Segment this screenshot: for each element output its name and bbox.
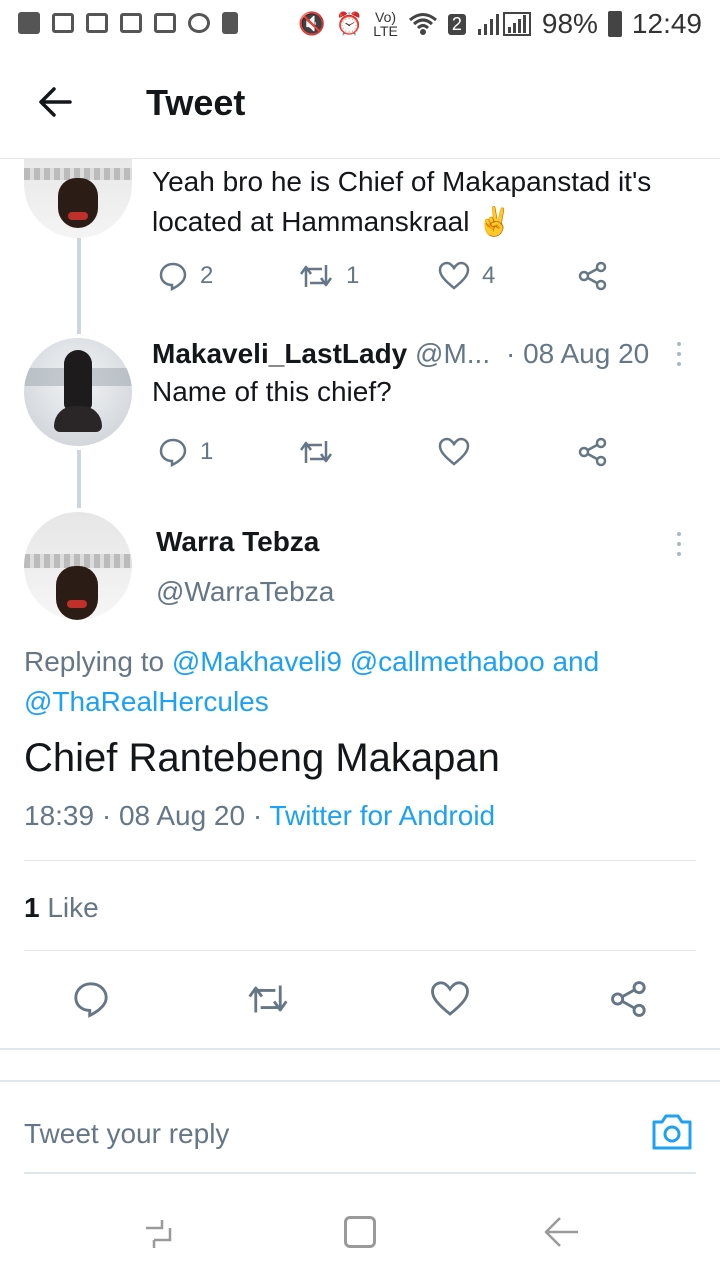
- tweet-text: Yeah bro he is Chief of Makapanstad it's…: [152, 166, 652, 237]
- back-arrow-icon[interactable]: [36, 82, 76, 122]
- like-button[interactable]: [438, 437, 470, 467]
- handle[interactable]: @WarraTebza: [156, 576, 334, 608]
- more-options-icon[interactable]: [672, 340, 686, 368]
- alarm-icon: ⏰: [335, 11, 364, 36]
- signal-icon: [477, 12, 531, 36]
- victory-hand-emoji: ✌: [477, 206, 513, 237]
- main-tweet-actions: [0, 976, 720, 1026]
- back-nav-icon[interactable]: [542, 1214, 582, 1250]
- retweet-icon: [299, 441, 333, 463]
- recent-apps-icon[interactable]: [140, 1216, 176, 1252]
- heart-icon[interactable]: [430, 980, 470, 1018]
- more-options-icon[interactable]: [672, 530, 686, 558]
- reply-icon: [159, 438, 187, 467]
- thread-tweet[interactable]: Yeah bro he is Chief of Makapanstad it's…: [0, 158, 720, 330]
- system-icons: 🔇 ⏰ Vo) LTE 2 98% 12:49: [298, 8, 702, 40]
- status-bar: 🔇 ⏰ Vo) LTE 2 98% 12:49: [0, 0, 720, 50]
- display-name[interactable]: Makaveli_LastLady: [152, 338, 407, 369]
- display-name[interactable]: Warra Tebza: [156, 526, 319, 558]
- camera-icon[interactable]: [650, 1112, 694, 1152]
- divider: [0, 1048, 720, 1050]
- share-button[interactable]: [578, 261, 608, 291]
- reply-bar: Tweet your reply: [0, 1082, 720, 1180]
- tweet-timestamp: 18:39 · 08 Aug 20 ·: [24, 800, 263, 831]
- divider: [24, 860, 696, 861]
- thread-tweet[interactable]: Makaveli_LastLady @M... · 08 Aug 20 Name…: [0, 336, 720, 476]
- reply-input[interactable]: Tweet your reply: [24, 1118, 229, 1150]
- message-icon: [18, 12, 40, 34]
- gallery-icon: [154, 13, 176, 33]
- gmail-icon: [120, 13, 142, 33]
- share-icon: [578, 261, 607, 291]
- gmail-icon: [86, 13, 108, 33]
- avatar[interactable]: [24, 338, 132, 446]
- clock: 12:49: [631, 8, 702, 39]
- reply-icon[interactable]: [72, 980, 110, 1018]
- notification-icons: [18, 12, 238, 34]
- tweet-date: · 08 Aug 20: [506, 338, 650, 369]
- page-title: Tweet: [146, 82, 246, 123]
- avatar[interactable]: [24, 512, 132, 620]
- reply-button[interactable]: 2: [158, 261, 213, 291]
- sim-badge: 2: [447, 13, 466, 35]
- app-header: Tweet: [0, 52, 720, 159]
- retweet-button[interactable]: [298, 437, 334, 467]
- volte-icon: Vo) LTE: [373, 9, 398, 39]
- reply-icon: [159, 262, 187, 291]
- tweet-meta: 18:39 · 08 Aug 20 · Twitter for Android: [24, 800, 495, 832]
- handle[interactable]: @M...: [415, 338, 490, 369]
- battery-percent: 98%: [541, 8, 598, 39]
- heart-icon: [438, 437, 470, 466]
- tweet-header: Makaveli_LastLady @M...: [152, 336, 490, 372]
- divider: [24, 1172, 696, 1174]
- tweet-text: Name of this chief?: [152, 376, 392, 407]
- main-tweet-text: Chief Rantebeng Makapan: [24, 736, 500, 780]
- tweet-source[interactable]: Twitter for Android: [269, 800, 495, 831]
- replying-to: Replying to @Makhaveli9 @callmethaboo an…: [24, 646, 600, 717]
- wifi-icon: [408, 13, 437, 35]
- avatar[interactable]: [24, 158, 132, 238]
- like-button[interactable]: 4: [438, 261, 495, 291]
- share-icon[interactable]: [610, 980, 648, 1018]
- sync-icon: [188, 13, 210, 33]
- system-nav-bar: [0, 1180, 720, 1280]
- tweet-actions: 1: [0, 432, 720, 472]
- home-icon[interactable]: [344, 1216, 376, 1248]
- heart-icon: [438, 261, 470, 290]
- retweet-button[interactable]: 1: [298, 261, 359, 291]
- share-button[interactable]: [578, 437, 608, 467]
- gmail-icon: [52, 13, 74, 33]
- reply-button[interactable]: 1: [158, 437, 213, 467]
- divider: [24, 950, 696, 951]
- mute-icon: 🔇: [298, 11, 326, 36]
- likes-stat[interactable]: 1 Like: [24, 892, 99, 924]
- retweet-icon[interactable]: [246, 980, 290, 1018]
- sd-card-icon: [222, 12, 238, 34]
- retweet-icon: [299, 265, 333, 287]
- tweet-actions: 2 1 4: [0, 256, 720, 296]
- battery-icon: [607, 11, 622, 37]
- share-icon: [578, 437, 607, 467]
- main-tweet: Warra Tebza @WarraTebza Replying to @Mak…: [0, 508, 720, 1048]
